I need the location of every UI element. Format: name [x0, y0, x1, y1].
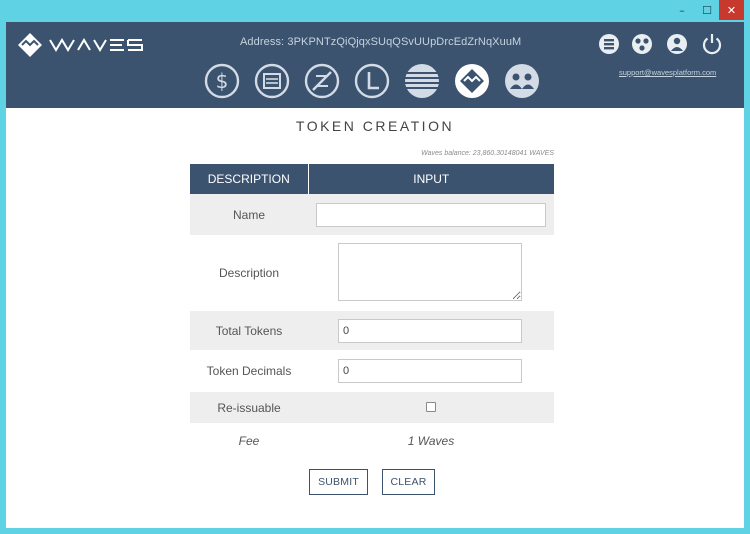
total-tokens-label: Total Tokens [190, 311, 308, 350]
table-row: Description [190, 235, 554, 311]
description-column-header: DESCRIPTION [190, 164, 309, 194]
input-column-header: INPUT [308, 164, 554, 194]
total-tokens-input[interactable] [338, 318, 522, 343]
waves-balance: Waves balance: 23,860.30148041 WAVES [421, 150, 554, 157]
table-row: Name [190, 194, 554, 235]
ledger-icon[interactable] [353, 62, 391, 100]
fee-value: 1 Waves [407, 433, 455, 448]
title-bar: – ☐ ✕ [6, 0, 744, 22]
app-window: – ☐ ✕ Address: 3PKPNTzQiQjqxSUqQSvUUpDrc… [6, 0, 744, 528]
token-icon[interactable] [453, 62, 491, 100]
no-exchange-icon[interactable] [303, 62, 341, 100]
user-icon[interactable] [665, 32, 689, 56]
submit-button[interactable]: SUBMIT [309, 469, 368, 495]
address-value[interactable]: 3PKPNTzQiQjqxSUqQSvUUpDrcEdZrNqXuuM [287, 36, 521, 48]
clear-button[interactable]: CLEAR [382, 469, 435, 495]
table-row: Token Decimals [190, 350, 554, 392]
explorer-icon[interactable] [403, 62, 441, 100]
support-email-link[interactable]: support@wavesplatform.com [619, 68, 716, 77]
waves-logo [18, 33, 143, 57]
app-header: Address: 3PKPNTzQiQjqxSUqQSvUUpDrcEdZrNq… [6, 22, 744, 108]
network-icon[interactable] [630, 32, 654, 56]
maximize-button[interactable]: ☐ [695, 0, 719, 20]
table-header-row: DESCRIPTION INPUT [190, 164, 554, 194]
svg-text:$: $ [216, 69, 229, 93]
wallet-icon[interactable]: $ [203, 62, 241, 100]
page-title: TOKEN CREATION [295, 118, 455, 134]
power-icon[interactable] [700, 32, 724, 56]
table-row: Total Tokens [190, 311, 554, 350]
community-icon[interactable] [503, 62, 541, 100]
server-icon[interactable] [597, 32, 621, 56]
fee-label: Fee [238, 433, 260, 448]
minimize-button[interactable]: – [670, 0, 694, 20]
table-row: Fee 1 Waves [190, 423, 554, 458]
table-row: Re-issuable [190, 392, 554, 423]
reissuable-label: Re-issuable [190, 392, 308, 423]
token-creation-form: DESCRIPTION INPUT Name Description Total… [190, 164, 554, 458]
token-decimals-label: Token Decimals [206, 364, 292, 378]
token-decimals-input[interactable] [338, 359, 522, 383]
reissuable-checkbox[interactable] [426, 401, 436, 412]
name-label: Name [190, 194, 308, 235]
description-label: Description [218, 266, 280, 280]
window-frame: – ☐ ✕ Address: 3PKPNTzQiQjqxSUqQSvUUpDrc… [0, 0, 750, 534]
address-label: Address: [240, 36, 285, 48]
name-input[interactable] [316, 202, 546, 227]
documents-icon[interactable] [253, 62, 291, 100]
account-address: Address: 3PKPNTzQiQjqxSUqQSvUUpDrcEdZrNq… [240, 36, 521, 48]
close-button[interactable]: ✕ [719, 0, 744, 20]
description-textarea[interactable] [338, 242, 522, 301]
